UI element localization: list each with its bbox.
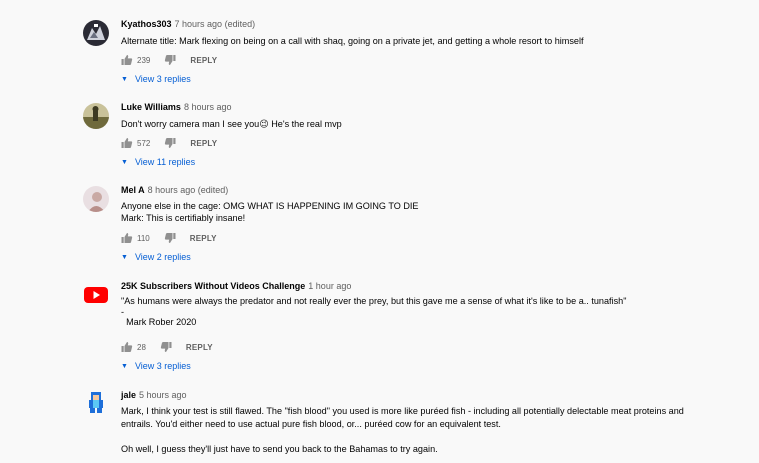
thumbs-up-icon[interactable]	[121, 232, 133, 244]
youtube-logo-icon[interactable]	[83, 281, 109, 307]
comment-header: Luke Williams 8 hours ago	[121, 101, 231, 113]
gamer-avatar-icon[interactable]	[83, 20, 109, 46]
comment-header: 25K Subscribers Without Videos Challenge…	[121, 280, 351, 292]
thumbs-up-icon[interactable]	[121, 341, 133, 353]
comment-timestamp[interactable]: 5 hours ago	[139, 390, 187, 400]
comment-text: Don't worry camera man I see you😉 He's t…	[121, 119, 342, 129]
comment-text: "As humans were always the predator and …	[121, 296, 627, 327]
reply-button[interactable]: REPLY	[190, 56, 217, 65]
view-replies-label: View 3 replies	[134, 74, 191, 84]
reply-button[interactable]: REPLY	[186, 343, 213, 352]
view-replies-label: View 3 replies	[134, 361, 191, 371]
photo-avatar-icon[interactable]	[83, 186, 109, 212]
author-name[interactable]: Mel A	[121, 185, 145, 195]
comment-text: Alternate title: Mark flexing on being o…	[121, 36, 584, 46]
comment-actions: 572 REPLY	[121, 136, 217, 150]
view-replies-button[interactable]: ▼ View 3 replies	[121, 359, 191, 373]
comment-header: Mel A8 hours ago (edited)	[121, 184, 228, 196]
thumbs-up-icon[interactable]	[121, 137, 133, 149]
comment-timestamp[interactable]: 7 hours ago (edited)	[175, 19, 256, 29]
like-count: 239	[137, 55, 151, 65]
author-name[interactable]: 25K Subscribers Without Videos Challenge	[121, 281, 305, 291]
like-count: 110	[137, 233, 150, 243]
like-count: 28	[137, 342, 146, 352]
thumbs-down-icon[interactable]	[164, 232, 176, 244]
chevron-down-icon: ▼	[121, 158, 128, 166]
thumbs-down-icon[interactable]	[164, 137, 176, 149]
chevron-down-icon: ▼	[121, 362, 128, 370]
author-name[interactable]: jale	[121, 390, 136, 400]
reply-button[interactable]: REPLY	[190, 139, 217, 148]
comment-actions: 239 REPLY	[121, 53, 217, 67]
landscape-avatar-icon[interactable]	[83, 103, 109, 129]
comment-actions: 28 REPLY	[121, 340, 213, 354]
chevron-down-icon: ▼	[121, 253, 128, 261]
author-name[interactable]: Kyathos303	[121, 19, 172, 29]
comment-header: jale 5 hours ago	[121, 389, 187, 401]
comment-header: Kyathos303 7 hours ago (edited)	[121, 18, 255, 30]
view-replies-label: View 2 replies	[134, 252, 191, 262]
thumbs-down-icon[interactable]	[164, 54, 176, 66]
view-replies-button[interactable]: ▼ View 11 replies	[121, 155, 195, 169]
thumbs-down-icon[interactable]	[160, 341, 172, 353]
comment-timestamp[interactable]: 8 hours ago	[184, 102, 232, 112]
comment-timestamp[interactable]: 1 hour ago	[308, 281, 351, 291]
like-count: 572	[137, 138, 151, 148]
author-name[interactable]: Luke Williams	[121, 102, 181, 112]
megaman-avatar-icon[interactable]	[83, 389, 109, 415]
view-replies-button[interactable]: ▼ View 2 replies	[121, 250, 191, 264]
reply-button[interactable]: REPLY	[190, 234, 217, 243]
comment-text: Mark, I think your test is still flawed.…	[121, 406, 684, 454]
comment-actions: 110 REPLY	[121, 231, 217, 245]
chevron-down-icon: ▼	[121, 75, 128, 83]
thumbs-up-icon[interactable]	[121, 54, 133, 66]
view-replies-button[interactable]: ▼ View 3 replies	[121, 72, 191, 86]
comment-timestamp[interactable]: 8 hours ago (edited)	[148, 185, 229, 195]
comment-text: Anyone else in the cage: OMG WHAT IS HAP…	[121, 201, 419, 224]
view-replies-label: View 11 replies	[134, 157, 196, 167]
